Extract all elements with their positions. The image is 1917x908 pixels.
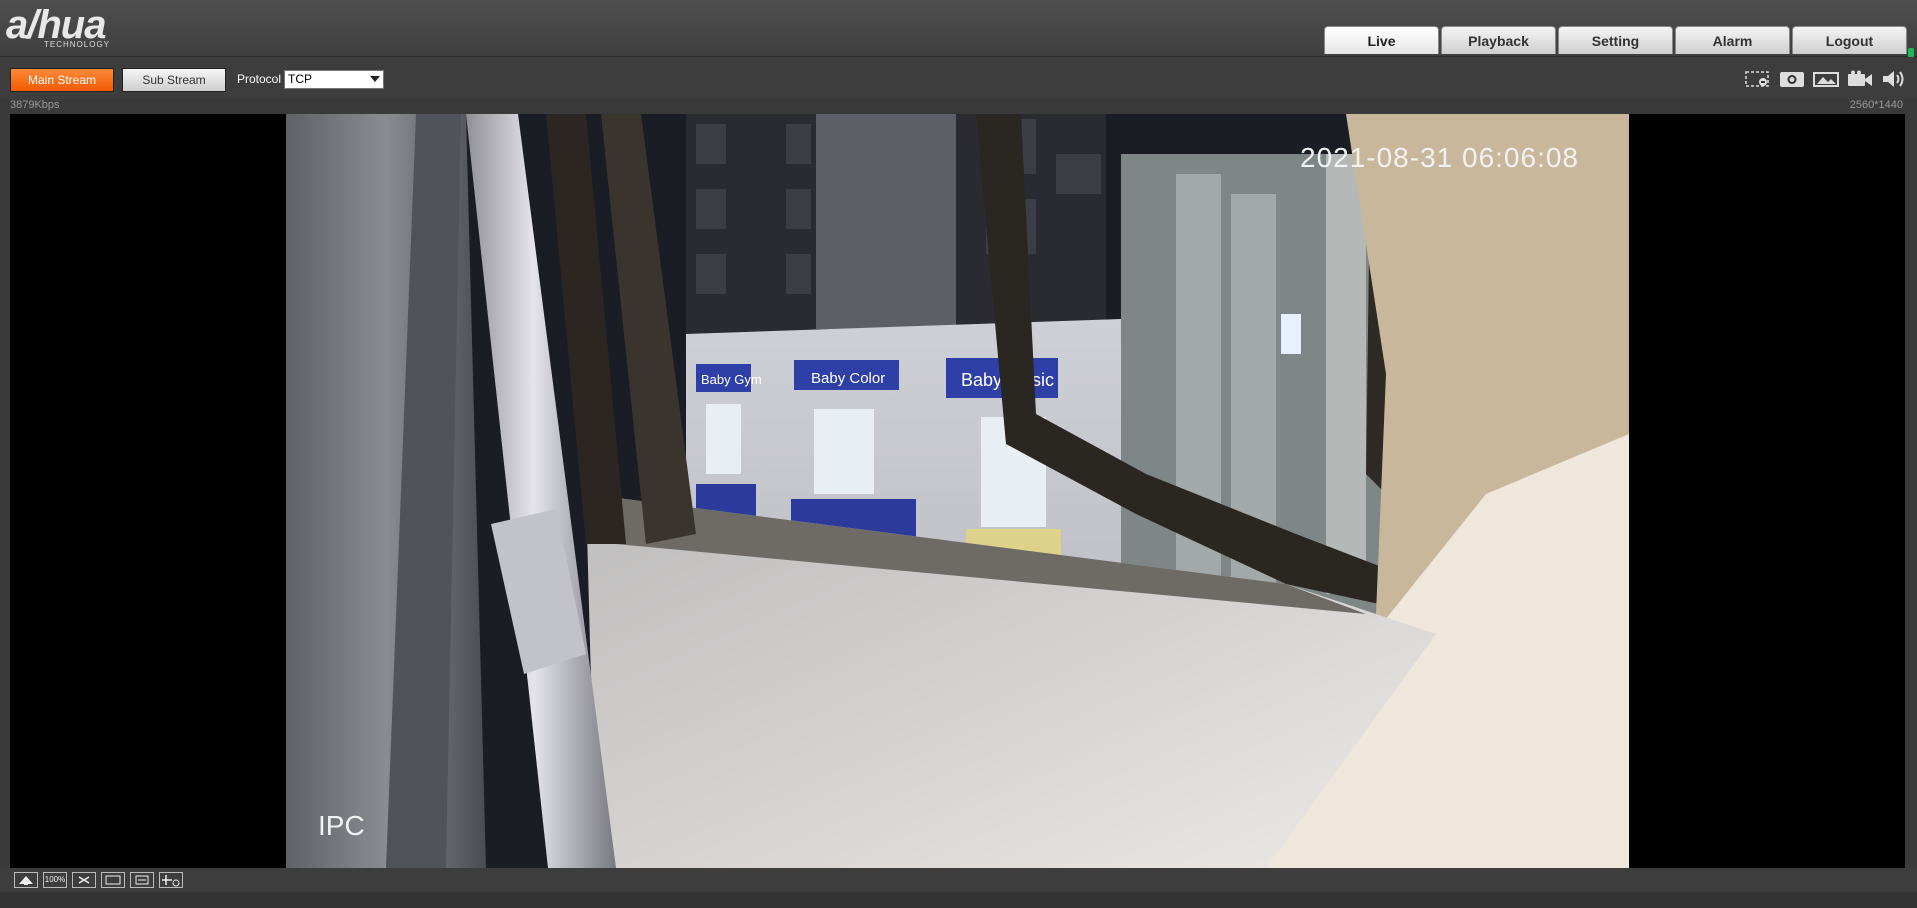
osd-channel-name: IPC bbox=[318, 810, 365, 841]
fit-window-icon[interactable] bbox=[14, 872, 38, 888]
player-control-icons: 100% bbox=[14, 872, 188, 888]
protocol-value: TCP bbox=[288, 72, 312, 86]
bitrate-readout: 3879Kbps bbox=[10, 99, 60, 111]
record-icon[interactable] bbox=[1845, 68, 1875, 90]
wh-ratio-icon[interactable] bbox=[101, 872, 125, 888]
live-video-frame[interactable]: Baby Gym Baby Color Baby Music bbox=[286, 114, 1629, 868]
brand-tagline: TECHNOLOGY bbox=[44, 40, 111, 49]
tab-alarm[interactable]: Alarm bbox=[1675, 26, 1790, 54]
tab-live[interactable]: Live bbox=[1324, 26, 1439, 54]
svg-text:Baby Gym: Baby Gym bbox=[701, 372, 762, 387]
footer-bar bbox=[0, 892, 1917, 908]
top-header: a/hua TECHNOLOGY Live Playback Setting A… bbox=[0, 0, 1917, 64]
player-control-bar: 100% bbox=[0, 868, 1917, 892]
live-toolbar: Main Stream Sub Stream Protocol TCP bbox=[0, 57, 1917, 99]
protocol-label: Protocol bbox=[237, 72, 282, 86]
triple-snapshot-icon[interactable] bbox=[1811, 68, 1841, 90]
snapshot-icon[interactable] bbox=[1777, 68, 1807, 90]
tab-setting[interactable]: Setting bbox=[1558, 26, 1673, 54]
svg-text:Baby Color: Baby Color bbox=[811, 370, 885, 387]
original-size-icon[interactable]: 100% bbox=[43, 872, 67, 888]
zoom-region-icon[interactable] bbox=[1743, 68, 1773, 90]
tab-logout[interactable]: Logout bbox=[1792, 26, 1907, 54]
rule-info-icon[interactable] bbox=[159, 872, 183, 888]
main-stream-button[interactable]: Main Stream bbox=[10, 68, 114, 92]
tab-playback[interactable]: Playback bbox=[1441, 26, 1556, 54]
chevron-down-icon bbox=[370, 76, 380, 82]
main-nav: Live Playback Setting Alarm Logout bbox=[1322, 26, 1907, 54]
fluency-icon[interactable] bbox=[130, 872, 154, 888]
dahua-logo: a/hua TECHNOLOGY bbox=[6, 4, 156, 50]
toolbar-icons bbox=[1739, 68, 1909, 90]
stream-info-bar: 3879Kbps 2560*1440 bbox=[0, 99, 1917, 114]
sub-stream-button[interactable]: Sub Stream bbox=[122, 68, 226, 92]
osd-datetime: 2021-08-31 06:06:08 bbox=[1300, 142, 1579, 173]
fullscreen-icon[interactable] bbox=[72, 872, 96, 888]
video-player[interactable]: Baby Gym Baby Color Baby Music bbox=[10, 114, 1905, 868]
protocol-select[interactable]: TCP bbox=[284, 70, 384, 89]
audio-icon[interactable] bbox=[1879, 68, 1909, 90]
resolution-readout: 2560*1440 bbox=[1849, 99, 1903, 111]
